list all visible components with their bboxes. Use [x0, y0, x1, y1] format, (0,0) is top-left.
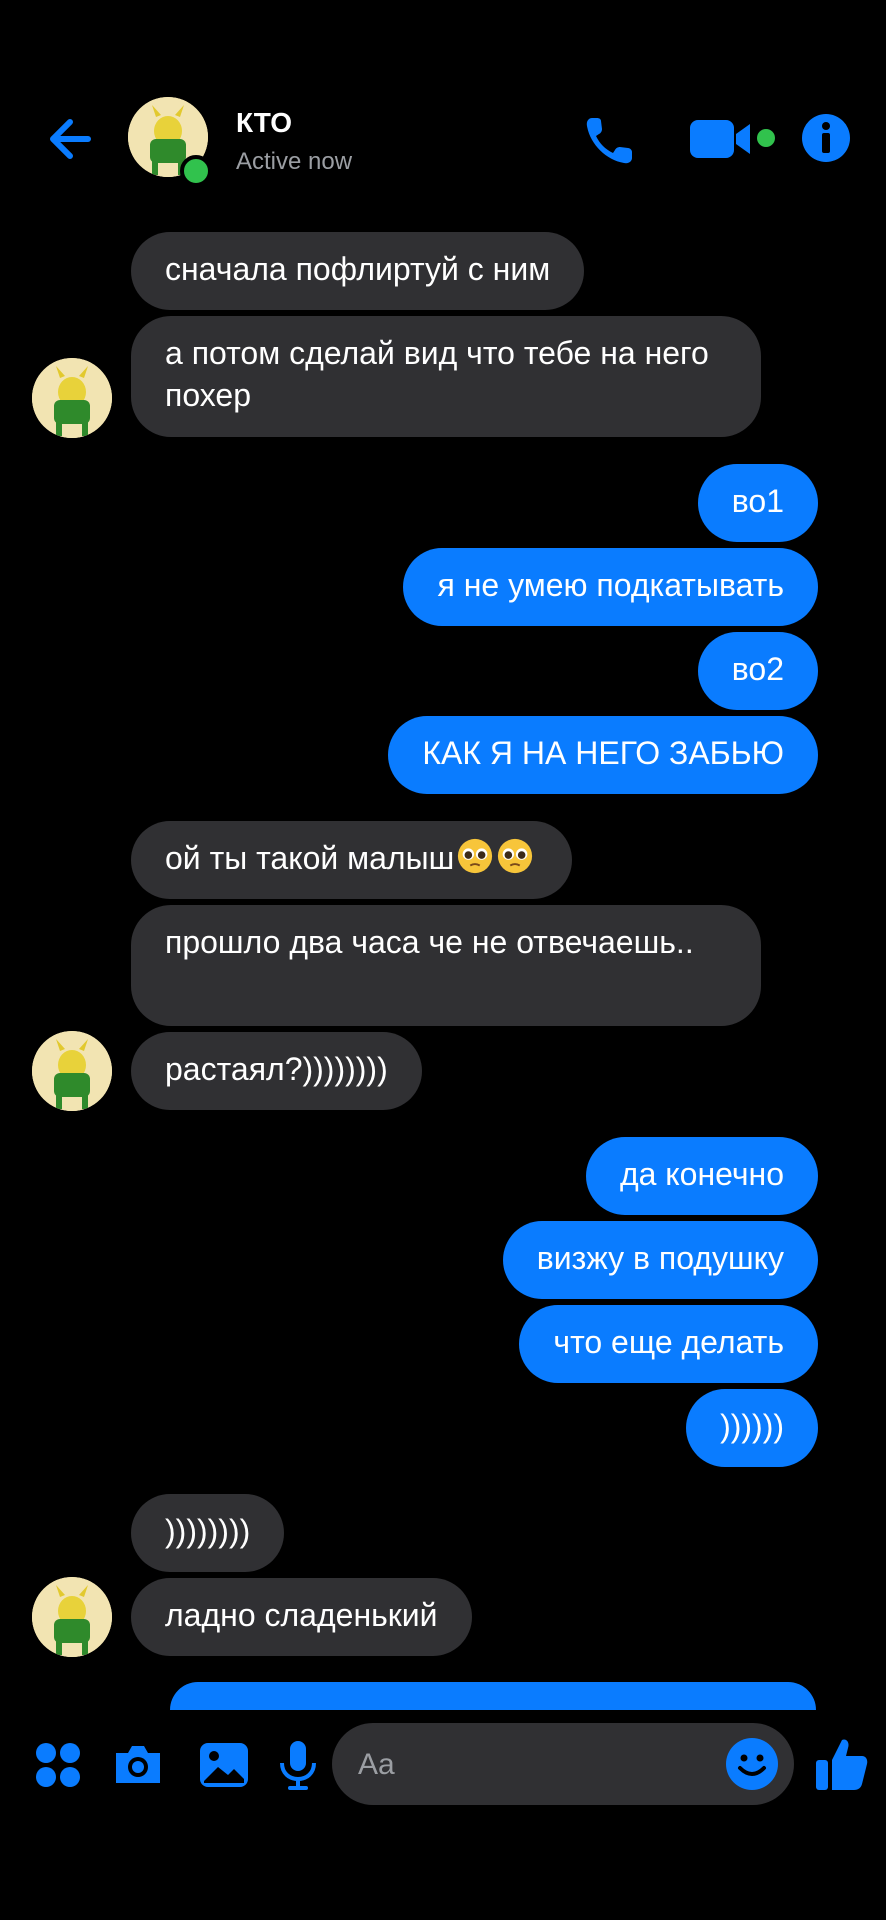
incoming-message[interactable]: сначала пофлиртуй с ним: [131, 232, 585, 310]
incoming-message[interactable]: )))))))): [131, 1494, 285, 1572]
video-camera-icon: [690, 120, 775, 158]
outgoing-message[interactable]: что еще делать: [519, 1305, 818, 1383]
apps-button[interactable]: [30, 1737, 86, 1793]
message-text: ой ты такой малыш: [165, 840, 455, 876]
outgoing-message[interactable]: )))))): [686, 1389, 818, 1467]
pleading-face-emoji: [498, 838, 533, 874]
info-button[interactable]: [800, 112, 852, 164]
incoming-message[interactable]: ладно сладенький: [131, 1578, 472, 1656]
avatar-image: [32, 1031, 112, 1111]
online-indicator: [180, 155, 212, 187]
incoming-message[interactable]: а потом сделай вид что тебе на него похе…: [131, 316, 761, 437]
message-input-placeholder[interactable]: Aa: [358, 1748, 395, 1782]
incoming-message[interactable]: прошло два часа че не отвечаешь..: [131, 905, 761, 1026]
avatar-image: [32, 358, 112, 438]
outgoing-message[interactable]: во1: [697, 464, 818, 542]
outgoing-message-partial[interactable]: [170, 1682, 816, 1710]
incoming-message[interactable]: растаял?)))))))): [131, 1032, 422, 1110]
camera-button[interactable]: [110, 1737, 166, 1793]
outgoing-message[interactable]: во2: [697, 632, 818, 710]
voice-button[interactable]: [270, 1737, 326, 1793]
avatar-image: [32, 1577, 112, 1657]
gallery-button[interactable]: [196, 1737, 252, 1793]
call-button[interactable]: [580, 110, 640, 170]
sender-avatar[interactable]: [32, 1031, 112, 1111]
emoji-button[interactable]: [724, 1736, 780, 1792]
back-arrow-icon: [50, 119, 91, 159]
contact-name[interactable]: КТО: [236, 107, 292, 139]
microphone-icon: [280, 1741, 316, 1790]
emoji-icon: [726, 1738, 778, 1790]
video-call-button[interactable]: [688, 116, 778, 162]
apps-grid-icon: [36, 1743, 80, 1787]
outgoing-message[interactable]: визжу в подушку: [502, 1221, 818, 1299]
back-button[interactable]: [40, 108, 102, 170]
outgoing-message[interactable]: я не умею подкатывать: [403, 548, 818, 626]
thumbs-up-icon: [816, 1739, 868, 1790]
contact-status: Active now: [236, 148, 353, 175]
sender-avatar[interactable]: [32, 358, 112, 438]
image-icon: [200, 1743, 248, 1787]
outgoing-message[interactable]: да конечно: [585, 1137, 818, 1215]
info-icon: [802, 114, 850, 162]
outgoing-message[interactable]: КАК Я НА НЕГО ЗАБЬЮ: [388, 716, 818, 794]
phone-icon: [586, 118, 632, 164]
incoming-message[interactable]: ой ты такой малыш: [131, 821, 573, 899]
like-button[interactable]: [812, 1734, 872, 1794]
conversation-header: КТО Active now: [0, 0, 886, 215]
pleading-face-emoji: [458, 838, 493, 874]
camera-icon: [116, 1746, 160, 1783]
sender-avatar[interactable]: [32, 1577, 112, 1657]
